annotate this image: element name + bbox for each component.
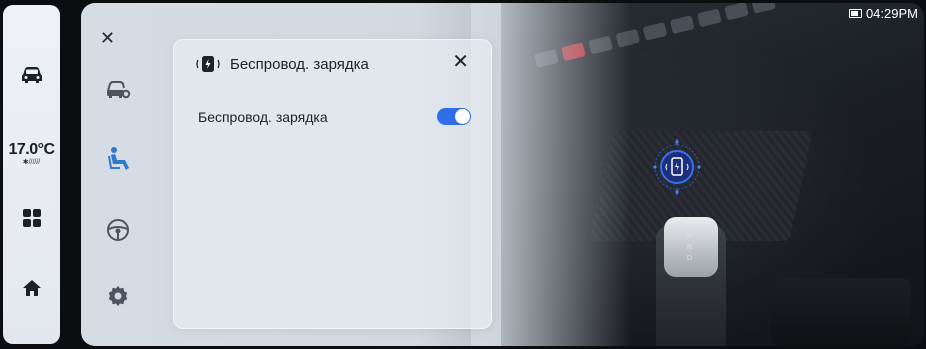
climate-temperature[interactable]: 17.0°C ✱//////: [3, 141, 60, 166]
wireless-charging-label: Беспровод. зарядка: [198, 109, 328, 125]
home-icon[interactable]: [3, 273, 60, 303]
steering-wheel-icon[interactable]: [103, 215, 133, 245]
battery-icon: [848, 9, 862, 18]
gear-letter: D: [687, 255, 693, 262]
seat-icon[interactable]: [103, 144, 133, 174]
left-dock: 17.0°C ✱//////: [3, 5, 60, 344]
gear-letter: R: [687, 233, 693, 240]
status-bar: 04:29PM: [848, 6, 918, 21]
clock: 04:29PM: [865, 6, 918, 21]
car-icon[interactable]: [3, 60, 60, 90]
temperature-value: 17.0°C: [8, 141, 55, 158]
fan-level-indicator: ✱//////: [22, 159, 41, 166]
apps-grid-icon[interactable]: [3, 203, 60, 233]
panel-title: Беспровод. зарядка: [230, 56, 369, 73]
gear-icon[interactable]: [103, 281, 133, 311]
close-button[interactable]: ✕: [100, 29, 115, 47]
cupholder: [771, 278, 911, 346]
gear-letter: N: [687, 244, 693, 251]
main-screen: R N D 04:29PM ✕ Беспровод. зарядка ✕ Бес…: [81, 3, 924, 346]
wireless-charging-panel: Беспровод. зарядка ✕ Беспровод. зарядка: [173, 39, 492, 329]
wireless-charging-icon: [194, 55, 222, 78]
phone-charging-icon: [651, 136, 703, 198]
panel-close-button[interactable]: ✕: [452, 52, 469, 72]
vehicle-settings-icon[interactable]: [103, 75, 133, 105]
wireless-charging-toggle[interactable]: [437, 108, 471, 125]
background-fade: [471, 3, 631, 346]
